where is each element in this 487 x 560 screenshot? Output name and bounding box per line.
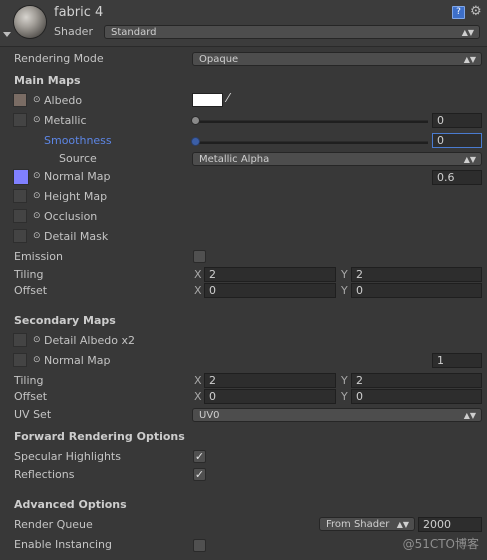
shader-label: Shader xyxy=(54,25,93,38)
metallic-label: Metallic xyxy=(44,114,87,127)
main-offset-label: Offset xyxy=(14,284,48,297)
rendering-mode-label: Rendering Mode xyxy=(14,52,104,65)
main-offset-x-label: X xyxy=(194,284,202,297)
secondary-tiling-y-label: Y xyxy=(341,374,348,387)
detail-mask-texture-slot[interactable] xyxy=(13,229,27,243)
metallic-value-field[interactable]: 0 xyxy=(432,113,482,128)
source-dropdown[interactable]: Metallic Alpha ▲▼ xyxy=(192,152,482,166)
specular-highlights-label: Specular Highlights xyxy=(14,450,121,463)
normal-map-label: Normal Map xyxy=(44,170,111,183)
secondary-offset-x-label: X xyxy=(194,390,202,403)
occlusion-picker-icon[interactable]: ⊙ xyxy=(33,211,41,221)
help-book-icon[interactable]: ? xyxy=(452,6,465,19)
detail-mask-picker-icon[interactable]: ⊙ xyxy=(33,231,41,241)
detail-albedo-label: Detail Albedo x2 xyxy=(44,334,135,347)
detail-normal-map-label: Normal Map xyxy=(44,354,111,367)
main-maps-heading: Main Maps xyxy=(14,74,81,87)
shader-dropdown[interactable]: Standard ▲▼ xyxy=(104,25,480,39)
specular-highlights-checkbox[interactable]: ✓ xyxy=(193,450,206,463)
reflections-label: Reflections xyxy=(14,468,75,481)
albedo-texture-slot[interactable] xyxy=(13,93,27,107)
watermark: @51CTO博客 xyxy=(402,537,479,551)
reflections-checkbox[interactable]: ✓ xyxy=(193,468,206,481)
detail-albedo-picker-icon[interactable]: ⊙ xyxy=(33,335,41,345)
detail-normal-map-picker-icon[interactable]: ⊙ xyxy=(33,355,41,365)
checkmark-icon: ✓ xyxy=(194,468,205,481)
material-name: fabric 4 xyxy=(54,5,104,20)
dropdown-arrows-icon: ▲▼ xyxy=(463,411,476,420)
secondary-offset-y-field[interactable]: 0 xyxy=(351,389,482,404)
normal-map-picker-icon[interactable]: ⊙ xyxy=(33,171,41,181)
smoothness-label: Smoothness xyxy=(44,134,112,147)
secondary-tiling-y-field[interactable]: 2 xyxy=(351,373,482,388)
detail-normal-map-scale-field[interactable]: 1 xyxy=(432,353,482,368)
enable-instancing-label: Enable Instancing xyxy=(14,538,112,551)
normal-map-scale-field[interactable]: 0.6 xyxy=(432,170,482,185)
main-offset-x-field[interactable]: 0 xyxy=(204,283,336,298)
metallic-slider-track[interactable] xyxy=(196,120,428,123)
detail-normal-map-texture-slot[interactable] xyxy=(13,353,27,367)
metallic-picker-icon[interactable]: ⊙ xyxy=(33,115,41,125)
emission-checkbox[interactable] xyxy=(193,250,206,263)
dropdown-arrows-icon: ▲▼ xyxy=(461,28,474,37)
height-map-texture-slot[interactable] xyxy=(13,189,27,203)
metallic-slider-knob[interactable] xyxy=(191,116,200,125)
enable-instancing-checkbox[interactable] xyxy=(193,539,206,552)
foldout-arrow-icon[interactable] xyxy=(3,32,11,37)
source-label: Source xyxy=(59,152,97,165)
secondary-offset-y-label: Y xyxy=(341,390,348,403)
dropdown-arrows-icon: ▲▼ xyxy=(463,155,476,164)
header-divider xyxy=(0,46,487,47)
main-tiling-y-field[interactable]: 2 xyxy=(351,267,482,282)
secondary-maps-heading: Secondary Maps xyxy=(14,314,116,327)
main-offset-y-field[interactable]: 0 xyxy=(351,283,482,298)
dropdown-arrows-icon: ▲▼ xyxy=(463,55,476,64)
rendering-mode-value: Opaque xyxy=(199,54,239,65)
albedo-label: Albedo xyxy=(44,94,83,107)
advanced-options-heading: Advanced Options xyxy=(14,498,127,511)
uv-set-value: UV0 xyxy=(199,410,220,421)
smoothness-value-field[interactable]: 0 xyxy=(432,133,482,148)
albedo-picker-icon[interactable]: ⊙ xyxy=(33,95,41,105)
main-tiling-y-label: Y xyxy=(341,268,348,281)
uv-set-dropdown[interactable]: UV0 ▲▼ xyxy=(192,408,482,422)
rendering-mode-dropdown[interactable]: Opaque ▲▼ xyxy=(192,52,482,66)
secondary-tiling-x-label: X xyxy=(194,374,202,387)
render-queue-mode-value: From Shader xyxy=(326,519,390,530)
main-tiling-x-field[interactable]: 2 xyxy=(204,267,336,282)
detail-albedo-texture-slot[interactable] xyxy=(13,333,27,347)
render-queue-value-field[interactable]: 2000 xyxy=(418,517,482,532)
checkmark-icon: ✓ xyxy=(194,450,205,463)
uv-set-label: UV Set xyxy=(14,408,52,421)
emission-label: Emission xyxy=(14,250,63,263)
shader-value: Standard xyxy=(111,27,157,38)
smoothness-slider-knob[interactable] xyxy=(191,137,200,146)
forward-rendering-heading: Forward Rendering Options xyxy=(14,430,185,443)
height-map-label: Height Map xyxy=(44,190,108,203)
render-queue-label: Render Queue xyxy=(14,518,93,531)
occlusion-texture-slot[interactable] xyxy=(13,209,27,223)
height-map-picker-icon[interactable]: ⊙ xyxy=(33,191,41,201)
detail-mask-label: Detail Mask xyxy=(44,230,109,243)
render-queue-mode-dropdown[interactable]: From Shader ▲▼ xyxy=(319,517,415,531)
secondary-tiling-label: Tiling xyxy=(14,374,44,387)
secondary-offset-x-field[interactable]: 0 xyxy=(204,389,336,404)
normal-map-texture-slot[interactable] xyxy=(13,169,29,185)
main-tiling-x-label: X xyxy=(194,268,202,281)
occlusion-label: Occlusion xyxy=(44,210,98,223)
dropdown-arrows-icon: ▲▼ xyxy=(396,520,409,529)
metallic-texture-slot[interactable] xyxy=(13,113,27,127)
source-value: Metallic Alpha xyxy=(199,154,270,165)
main-tiling-label: Tiling xyxy=(14,268,44,281)
secondary-offset-label: Offset xyxy=(14,390,48,403)
gear-icon[interactable]: ⚙ xyxy=(470,5,482,18)
material-preview-thumbnail[interactable] xyxy=(14,6,46,38)
eyedropper-icon[interactable]: ⁄ xyxy=(227,91,229,105)
albedo-color-field[interactable] xyxy=(192,93,223,107)
smoothness-slider-track[interactable] xyxy=(196,141,428,144)
secondary-tiling-x-field[interactable]: 2 xyxy=(204,373,336,388)
main-offset-y-label: Y xyxy=(341,284,348,297)
